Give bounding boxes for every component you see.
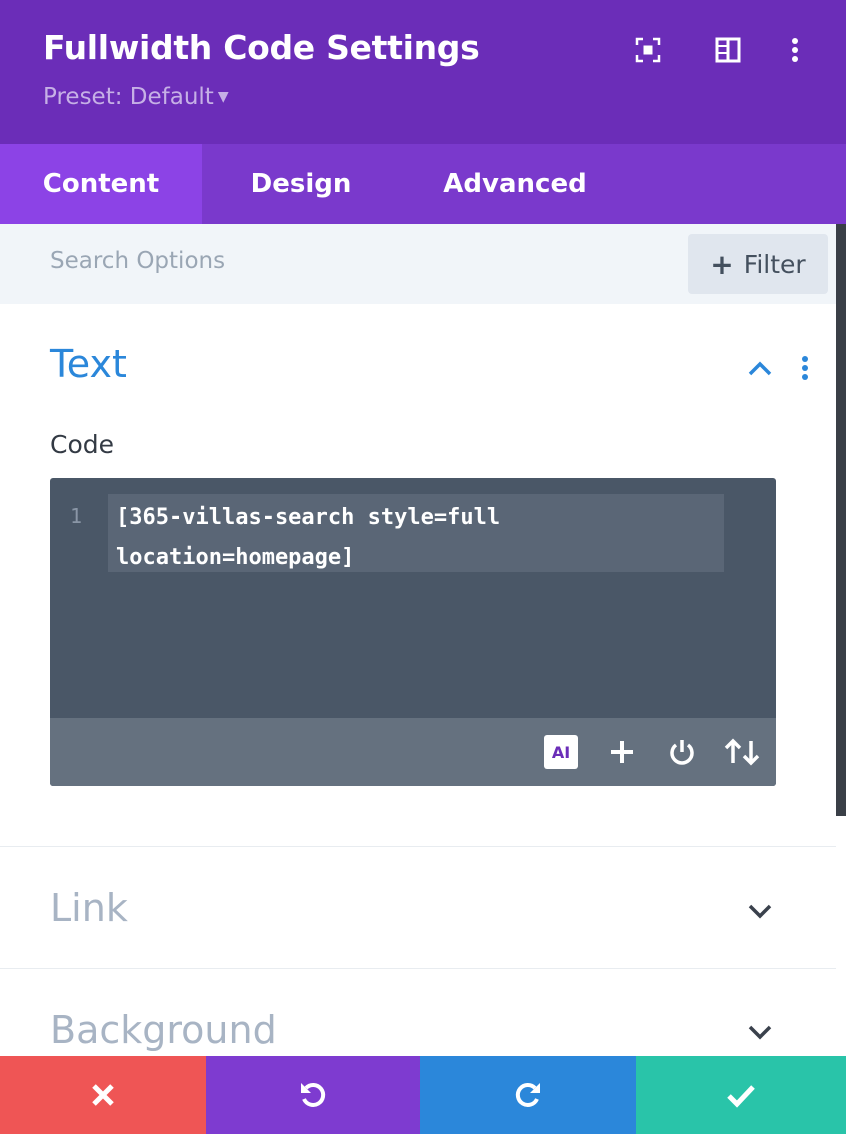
search-bar: + Filter <box>0 224 836 304</box>
ai-icon[interactable]: AI <box>543 734 579 770</box>
filter-button[interactable]: + Filter <box>688 234 828 294</box>
redo-button[interactable] <box>420 1056 636 1134</box>
power-icon[interactable] <box>664 734 700 770</box>
preset-selector[interactable]: Preset: Default ▼ <box>43 84 229 110</box>
preset-label: Preset: Default <box>43 84 214 110</box>
page-title: Fullwidth Code Settings <box>43 28 480 67</box>
scrollbar-thumb[interactable] <box>836 224 846 816</box>
settings-header: Fullwidth Code Settings Preset: Default ▼ <box>0 0 846 144</box>
section-options-icon[interactable] <box>798 354 812 384</box>
sort-icon[interactable] <box>722 734 764 770</box>
tab-content[interactable]: Content <box>0 144 202 224</box>
section-title-link[interactable]: Link <box>50 886 128 930</box>
check-icon <box>727 1085 755 1108</box>
section-title-background[interactable]: Background <box>50 1008 277 1052</box>
ai-label: AI <box>544 735 578 769</box>
split-view-icon[interactable] <box>708 30 748 70</box>
chevron-down-icon[interactable] <box>745 896 775 926</box>
redo-icon <box>515 1082 540 1107</box>
code-content[interactable]: [365-villas-search style=full location=h… <box>116 498 716 578</box>
footer-actions <box>0 1056 846 1134</box>
chevron-up-icon[interactable] <box>745 354 775 384</box>
tab-design[interactable]: Design <box>202 144 400 224</box>
code-field-label: Code <box>50 430 115 459</box>
more-options-icon[interactable] <box>775 30 815 70</box>
discard-button[interactable] <box>0 1056 206 1134</box>
plus-icon: + <box>710 247 734 281</box>
undo-icon <box>301 1082 326 1107</box>
settings-tabs: Content Design Advanced <box>0 144 846 224</box>
filter-label: Filter <box>743 249 806 279</box>
scrollbar[interactable] <box>836 224 846 816</box>
editor-toolbar: AI <box>50 718 776 786</box>
save-button[interactable] <box>636 1056 846 1134</box>
code-editor[interactable]: 1 [365-villas-search style=full location… <box>50 478 776 786</box>
caret-down-icon: ▼ <box>217 89 229 105</box>
close-icon <box>92 1084 114 1106</box>
fullscreen-icon[interactable] <box>628 30 668 70</box>
section-divider <box>0 968 836 969</box>
chevron-down-icon[interactable] <box>745 1017 775 1047</box>
section-divider <box>0 846 836 847</box>
search-input[interactable] <box>50 248 450 274</box>
line-number: 1 <box>70 504 83 528</box>
tab-advanced[interactable]: Advanced <box>400 144 630 224</box>
undo-button[interactable] <box>206 1056 420 1134</box>
add-icon[interactable] <box>604 734 640 770</box>
section-title-text[interactable]: Text <box>50 342 127 386</box>
